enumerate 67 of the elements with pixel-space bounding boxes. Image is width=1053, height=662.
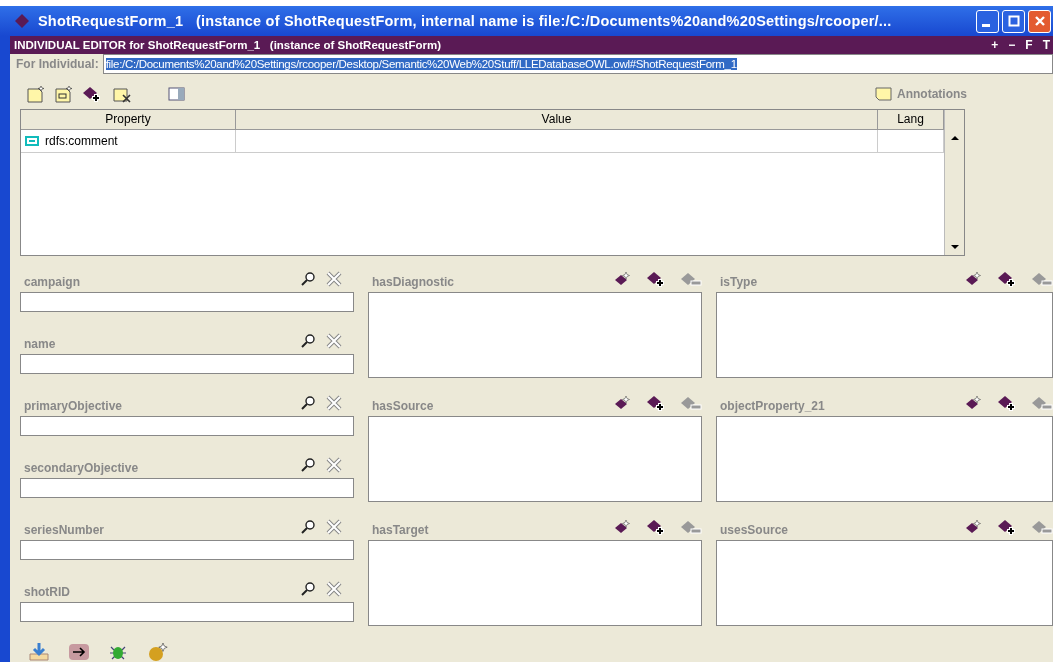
download-tray-icon[interactable] xyxy=(28,642,50,662)
clear-icon[interactable] xyxy=(326,333,342,349)
clear-icon[interactable] xyxy=(326,271,342,287)
clear-icon[interactable] xyxy=(326,519,342,535)
property-label: hasSource xyxy=(372,398,434,413)
property-label: campaign xyxy=(24,274,80,289)
editor-title: INDIVIDUAL EDITOR for ShotRequestForm_1 (instance of ShotRequestForm) xyxy=(14,38,442,51)
column-header[interactable]: Property xyxy=(21,109,236,130)
arrow-right-icon[interactable] xyxy=(68,643,90,661)
delete-note-icon[interactable] xyxy=(112,85,134,103)
scroll-down-icon[interactable] xyxy=(949,243,960,251)
diamond-minus-icon[interactable] xyxy=(1031,271,1053,287)
header-button[interactable]: + xyxy=(988,37,1002,52)
panel-icon[interactable] xyxy=(168,86,186,102)
scroll-up-icon[interactable] xyxy=(949,133,960,142)
scrollbar[interactable] xyxy=(944,109,964,255)
property-label: isType xyxy=(720,274,758,289)
minimize-button[interactable] xyxy=(976,9,999,33)
search-icon[interactable] xyxy=(300,333,316,349)
field-label: For Individual: xyxy=(16,57,99,72)
input-field[interactable] xyxy=(20,540,354,560)
clear-icon[interactable] xyxy=(326,581,342,597)
individual-uri: file:/C:/Documents%20and%20Settings/rcooper/Desktop/Semantic%20Web%20Stuff/LLEDatabaseOWL.owl#ShotRequestForm_1 xyxy=(105,58,737,71)
individual-field[interactable]: file:/C:/Documents%20and%20Settings/rcooper/Desktop/Semantic%20Web%20Stuff/LLEDatabaseOWL.owl#ShotRequestForm_1 xyxy=(102,54,1053,75)
maximize-icon xyxy=(1007,15,1020,27)
window-title: ShotRequestForm_1 (instance of ShotRequestForm, internal name is file:/C:/Documents%20and%20Settings/rcooper/... xyxy=(38,13,892,29)
new-note-icon[interactable] xyxy=(54,85,74,103)
property-label: secondaryObjective xyxy=(24,460,139,475)
search-icon[interactable] xyxy=(300,395,316,411)
diamond-minus-icon[interactable] xyxy=(680,271,702,287)
header-button[interactable]: − xyxy=(1005,37,1019,52)
diamond-minus-icon[interactable] xyxy=(1031,395,1053,411)
input-field[interactable] xyxy=(20,602,354,622)
search-icon[interactable] xyxy=(300,581,316,597)
property-label: shotRID xyxy=(24,584,70,599)
property-label: hasTarget xyxy=(372,522,429,537)
close-button[interactable] xyxy=(1028,9,1051,33)
property-label: hasDiagnostic xyxy=(372,274,455,289)
clear-icon[interactable] xyxy=(326,395,342,411)
search-icon[interactable] xyxy=(300,457,316,473)
input-field[interactable] xyxy=(20,292,354,312)
property-label: seriesNumber xyxy=(24,522,105,537)
maximize-button[interactable] xyxy=(1002,9,1025,33)
search-icon[interactable] xyxy=(300,271,316,287)
diamond-minus-icon[interactable] xyxy=(1031,519,1053,535)
column-header[interactable]: Value xyxy=(236,109,878,130)
diamond-minus-icon[interactable] xyxy=(680,519,702,535)
minimize-icon xyxy=(982,23,990,27)
header-button[interactable]: T xyxy=(1039,37,1053,52)
table-cell: rdfs:comment xyxy=(21,129,236,152)
note-icon xyxy=(875,87,893,101)
header-button[interactable]: F xyxy=(1022,37,1036,52)
property-icon xyxy=(25,135,39,146)
clear-icon[interactable] xyxy=(326,457,342,473)
property-label: name xyxy=(24,336,56,351)
input-field[interactable] xyxy=(20,478,354,498)
new-note-icon[interactable] xyxy=(26,85,46,103)
input-field[interactable] xyxy=(20,416,354,436)
search-icon[interactable] xyxy=(300,519,316,535)
property-label: primaryObjective xyxy=(24,398,123,413)
property-label: usesSource xyxy=(720,522,789,537)
diamond-icon xyxy=(14,13,30,29)
diamond-minus-icon[interactable] xyxy=(680,395,702,411)
property-label: objectProperty_21 xyxy=(720,398,825,413)
input-field[interactable] xyxy=(20,354,354,374)
close-icon xyxy=(1033,15,1046,27)
circle-star-icon[interactable] xyxy=(146,642,170,662)
